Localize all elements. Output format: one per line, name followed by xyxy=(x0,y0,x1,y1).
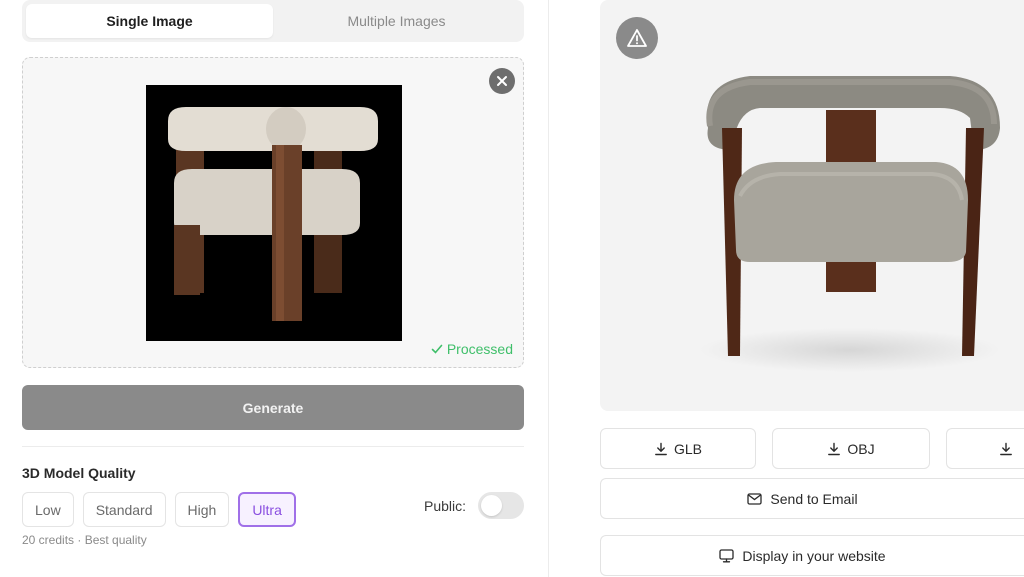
quality-option-low[interactable]: Low xyxy=(22,492,74,527)
display-in-website-button[interactable]: Display in your website xyxy=(600,535,1024,576)
download-icon xyxy=(1000,442,1012,455)
download-more-button[interactable] xyxy=(946,428,1024,469)
panel-divider xyxy=(548,0,549,577)
quality-option-high[interactable]: High xyxy=(174,492,230,527)
credits-info: 20 credits · Best quality xyxy=(22,533,147,547)
public-toggle[interactable] xyxy=(478,492,524,519)
app-root: Single Image Multiple Images Processed G… xyxy=(0,0,1024,577)
generate-button[interactable]: Generate xyxy=(22,385,524,430)
tab-multiple-images[interactable]: Multiple Images xyxy=(273,4,520,38)
quality-heading: 3D Model Quality xyxy=(22,465,136,481)
send-to-email-content: Send to Email xyxy=(747,490,858,507)
download-icon xyxy=(828,442,841,455)
download-icon xyxy=(655,442,667,455)
send-to-email-label: Send to Email xyxy=(770,490,858,507)
quality-options: Low Standard High Ultra xyxy=(22,492,296,527)
download-glb-label: GLB xyxy=(673,440,702,457)
close-icon xyxy=(497,76,507,86)
image-dropzone[interactable]: Processed xyxy=(22,57,524,368)
section-divider xyxy=(22,446,524,447)
processed-status-text: Processed xyxy=(446,341,513,357)
download-obj-label: OBJ xyxy=(847,440,875,457)
download-obj-button[interactable]: OBJ xyxy=(772,428,930,469)
remove-image-button[interactable] xyxy=(489,68,515,94)
public-label: Public: xyxy=(424,498,467,514)
processed-status: Processed xyxy=(431,341,513,357)
toggle-knob xyxy=(481,495,502,516)
mail-icon xyxy=(747,492,763,505)
tab-single-image[interactable]: Single Image xyxy=(26,4,273,38)
display-in-website-label: Display in your website xyxy=(742,547,886,564)
quality-option-ultra[interactable]: Ultra xyxy=(238,492,296,527)
monitor-icon xyxy=(719,548,735,562)
quality-option-standard[interactable]: Standard xyxy=(82,492,166,527)
download-glb-button[interactable]: GLB xyxy=(600,428,756,469)
mode-tabs: Single Image Multiple Images xyxy=(22,0,524,42)
send-to-email-button[interactable]: Send to Email xyxy=(600,478,1024,519)
rendered-3d-chair xyxy=(700,76,1000,372)
display-in-website-content: Display in your website xyxy=(719,547,886,564)
uploaded-image-preview xyxy=(146,85,402,341)
model-viewer[interactable] xyxy=(600,0,1024,411)
check-icon xyxy=(431,344,443,354)
input-panel: Single Image Multiple Images Processed G… xyxy=(0,0,548,577)
